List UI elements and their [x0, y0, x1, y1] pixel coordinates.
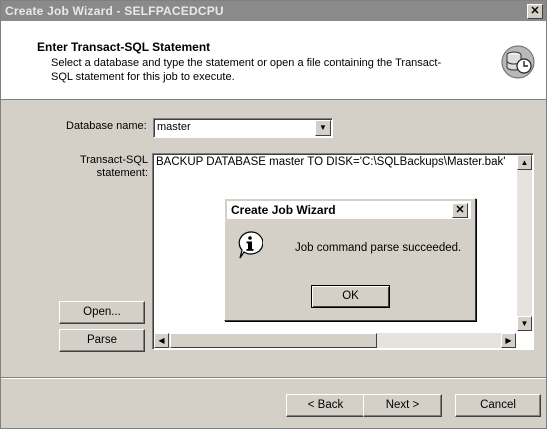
- open-button[interactable]: Open...: [59, 301, 145, 324]
- sql-statement-text: BACKUP DATABASE master TO DISK='C:\SQLBa…: [156, 156, 506, 168]
- database-name-value: master: [157, 121, 191, 133]
- database-name-select[interactable]: master ▼: [153, 118, 333, 138]
- scroll-down-icon[interactable]: ▼: [517, 316, 532, 331]
- dialog-title-bar[interactable]: Create Job Wizard ✕: [227, 201, 471, 219]
- horizontal-scroll-thumb[interactable]: [170, 333, 377, 348]
- statement-label-line1: Transact-SQL: [79, 154, 148, 166]
- database-name-label: Database name:: [66, 120, 147, 132]
- statement-label: Transact-SQL statement:: [75, 154, 148, 180]
- parse-result-dialog: Create Job Wizard ✕ Job command parse su…: [224, 198, 476, 321]
- dialog-message: Job command parse succeeded.: [295, 242, 462, 254]
- next-button[interactable]: Next >: [363, 394, 442, 417]
- horizontal-scrollbar[interactable]: ◀ ▶: [154, 333, 516, 348]
- wizard-window: Create Job Wizard - SELFPACEDCPU ✕ Enter…: [0, 0, 547, 429]
- vertical-scrollbar[interactable]: ▲ ▼: [517, 155, 532, 331]
- wizard-header: Enter Transact-SQL Statement Select a da…: [1, 21, 546, 100]
- back-button[interactable]: < Back: [286, 394, 365, 417]
- parse-button[interactable]: Parse: [59, 329, 145, 352]
- scroll-right-icon[interactable]: ▶: [501, 333, 516, 348]
- dialog-close-button[interactable]: ✕: [452, 203, 468, 218]
- dialog-title: Create Job Wizard: [231, 203, 336, 217]
- footer-divider: [1, 377, 546, 379]
- ok-button[interactable]: OK: [311, 285, 390, 308]
- statement-label-line2: statement:: [96, 167, 148, 179]
- title-bar[interactable]: Create Job Wizard - SELFPACEDCPU ✕: [1, 1, 546, 21]
- page-description: Select a database and type the statement…: [51, 57, 442, 83]
- scroll-up-icon[interactable]: ▲: [517, 155, 532, 170]
- information-icon: [238, 231, 263, 259]
- scroll-left-icon[interactable]: ◀: [154, 333, 169, 348]
- sql-statement-wizard-icon: [501, 45, 535, 79]
- page-title: Enter Transact-SQL Statement: [37, 40, 211, 54]
- window-title: Create Job Wizard - SELFPACEDCPU: [5, 4, 224, 18]
- close-button[interactable]: ✕: [527, 4, 543, 19]
- chevron-down-icon[interactable]: ▼: [315, 120, 331, 136]
- cancel-button[interactable]: Cancel: [455, 394, 541, 417]
